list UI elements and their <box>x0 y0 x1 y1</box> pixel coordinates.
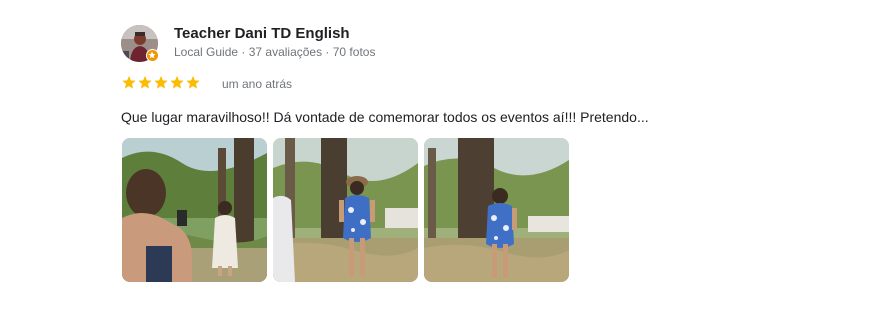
photo-image <box>122 138 267 282</box>
star-icon <box>170 75 184 89</box>
reviewer-meta: Local Guide · 37 avaliações · 70 fotos <box>174 45 376 59</box>
star-icon <box>154 75 168 89</box>
star-icon <box>186 75 200 89</box>
photo-image <box>424 138 569 282</box>
local-guide-star-icon <box>146 49 159 62</box>
review-photo-2[interactable] <box>273 138 418 282</box>
reviewer-name[interactable]: Teacher Dani TD English <box>174 25 350 43</box>
review-time: um ano atrás <box>222 77 293 91</box>
review-text[interactable]: Que lugar maravilhoso!! Dá vontade de co… <box>121 108 649 126</box>
photo-image <box>273 138 418 282</box>
review-photo-1[interactable] <box>122 138 267 282</box>
review-photo-3[interactable] <box>424 138 569 282</box>
star-icon <box>122 75 136 89</box>
review-card: Teacher Dani TD English Local Guide · 37… <box>0 0 888 312</box>
star-rating <box>121 75 201 90</box>
star-icon <box>138 75 152 89</box>
